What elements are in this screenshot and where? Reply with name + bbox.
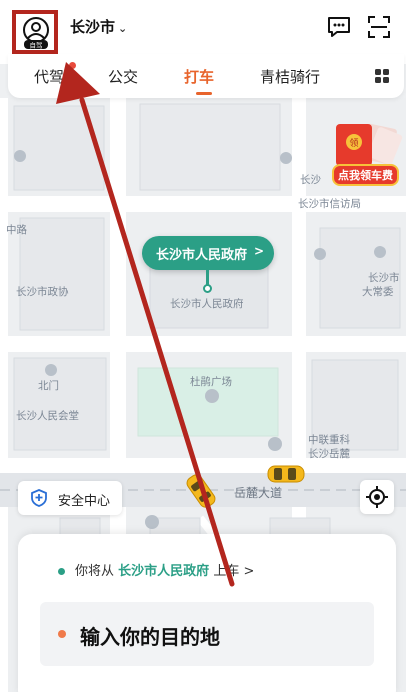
map-label-daxue: 大常委 bbox=[362, 286, 394, 298]
destination-placeholder: 输入你的目的地 bbox=[80, 625, 220, 649]
locate-me-button[interactable] bbox=[360, 480, 394, 514]
pickup-dot bbox=[58, 568, 65, 575]
bottom-sheet: 你将从 长沙市人民政府 上车 > 输入你的目的地 bbox=[18, 534, 396, 692]
pickup-suffix: 上车 bbox=[213, 564, 240, 579]
map-label-peoples-hall: 长沙人民会堂 bbox=[16, 410, 79, 422]
tab-bus[interactable]: 公交 bbox=[108, 66, 138, 87]
avatar-icon: 自驾 bbox=[23, 17, 49, 50]
tab-taxi[interactable]: 打车 bbox=[184, 66, 214, 87]
tab-bike[interactable]: 青桔骑行 bbox=[260, 66, 320, 87]
pickup-poi-bubble[interactable]: 长沙市人民政府 > bbox=[142, 236, 274, 270]
map-label-beimen: 北门 bbox=[38, 380, 59, 392]
map-label-xinfang: 长沙市信访局 bbox=[298, 198, 361, 210]
chevron-down-icon: ⌄ bbox=[118, 22, 128, 35]
taxi-car-icon bbox=[267, 465, 305, 483]
avatar-badge: 自驾 bbox=[30, 41, 43, 50]
crosshair-icon bbox=[366, 486, 388, 508]
promo-coin-text: 领 bbox=[349, 137, 358, 149]
scan-icon[interactable] bbox=[366, 14, 392, 40]
safety-center-button[interactable]: 安全中心 bbox=[18, 481, 122, 515]
safety-label: 安全中心 bbox=[58, 494, 111, 509]
map-label-changsha: 长沙 bbox=[300, 174, 321, 186]
service-tabs: 代驾 公交 打车 青桔骑行 bbox=[8, 54, 404, 98]
pickup-prefix: 你将从 bbox=[75, 564, 115, 579]
destination-dot bbox=[58, 630, 66, 638]
shield-icon bbox=[31, 489, 47, 507]
message-bubble-icon[interactable] bbox=[326, 14, 352, 40]
chevron-right-icon: > bbox=[243, 564, 255, 579]
poi-name: 长沙市人民政府 bbox=[156, 248, 248, 263]
notification-dot bbox=[69, 62, 76, 69]
taxi-car-icon bbox=[186, 474, 216, 508]
grid-menu-icon[interactable] bbox=[374, 68, 390, 84]
map-label-yuelu: 长沙岳麓 bbox=[308, 448, 350, 460]
pickup-info[interactable]: 你将从 长沙市人民政府 上车 > bbox=[58, 560, 254, 579]
city-name: 长沙市 bbox=[70, 18, 116, 36]
map-label-zhonglian: 中联重科 bbox=[308, 434, 350, 446]
map-label-government: 长沙市人民政府 bbox=[170, 298, 244, 310]
city-selector[interactable]: 长沙市 ⌄ bbox=[70, 16, 127, 37]
pickup-place: 长沙市人民政府 bbox=[118, 564, 210, 579]
avatar-button[interactable]: 自驾 bbox=[12, 10, 58, 54]
map-label-dujuan-square: 杜鹃广场 bbox=[190, 376, 232, 388]
chevron-right-icon: > bbox=[253, 244, 264, 258]
map-label-changsha-city: 长沙市 bbox=[368, 272, 400, 284]
destination-input[interactable]: 输入你的目的地 bbox=[40, 602, 374, 666]
map-label-yuelu-avenue: 岳麓大道 bbox=[234, 486, 283, 500]
poi-pin-dot bbox=[203, 284, 212, 293]
map-label-zhengxie: 长沙市政协 bbox=[16, 286, 69, 298]
active-tab-indicator bbox=[196, 92, 212, 95]
tab-daijia[interactable]: 代驾 bbox=[34, 66, 64, 87]
map-label-zhonglu: 中路 bbox=[6, 224, 27, 236]
ride-hailing-screen: 长沙 长沙市信访局 中路 长沙市 大常委 长沙市政协 长沙市人民政府 北门 杜鹃… bbox=[0, 0, 406, 692]
promo-label[interactable]: 点我领车费 bbox=[332, 164, 399, 186]
